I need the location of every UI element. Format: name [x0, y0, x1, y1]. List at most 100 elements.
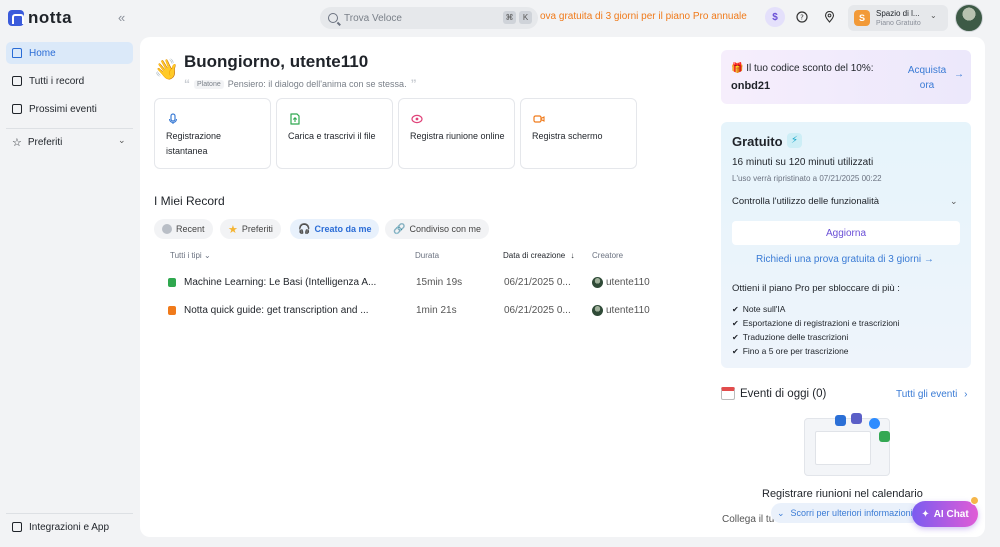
upload-transcribe-card[interactable]: Carica e trascrivi il file: [276, 98, 393, 169]
calendar-integration-illustration: [804, 413, 890, 476]
action-label: Registra riunione online: [410, 131, 505, 141]
workspace-switcher[interactable]: S Spazio di l... Piano Gratuito ⌄: [848, 5, 948, 31]
sidebar-item-favorites[interactable]: ☆ Preferiti ⌄: [6, 131, 133, 153]
user-avatar[interactable]: [955, 4, 983, 32]
notta-logo-icon: [8, 10, 24, 26]
svg-text:?: ?: [800, 14, 804, 22]
record-date: 06/21/2025 0...: [504, 305, 571, 316]
chevron-down-icon: ⌄: [930, 11, 937, 20]
chip-created-by-me[interactable]: 🎧 Creato da me: [290, 219, 380, 239]
workspace-avatar: S: [854, 10, 870, 26]
coupon-code: onbd21: [731, 80, 771, 92]
promo-banner[interactable]: ova gratuita di 3 giorni per il piano Pr…: [540, 11, 747, 22]
plan-usage: 16 minuti su 120 minuti utilizzati: [732, 157, 874, 168]
top-bar: notta « Trova Veloce ⌘ K ova gratuita di…: [0, 0, 1000, 36]
calendar-subtext: Collega il tu: [722, 514, 775, 525]
free-trial-link[interactable]: Richiedi una prova gratuita di 3 giorni …: [756, 254, 934, 265]
sidebar-item-label: Home: [29, 47, 56, 59]
discount-coupon: 🎁 Il tuo codice sconto del 10%: onbd21 A…: [721, 50, 971, 104]
quote-author: Platone: [194, 79, 224, 89]
google-calendar-icon: [879, 431, 890, 442]
chip-label: Preferiti: [241, 224, 273, 234]
upgrade-button[interactable]: Aggiorna: [732, 221, 960, 245]
chevron-down-icon: ⌄: [118, 135, 126, 145]
record-name: Machine Learning: Le Basi (Intelligenza …: [184, 277, 377, 288]
screen-record-icon: [168, 306, 176, 315]
sidebar-item-all-records[interactable]: Tutti i record: [6, 70, 133, 92]
home-icon: [12, 48, 22, 58]
screen-record-icon: [533, 115, 545, 123]
ai-chat-button[interactable]: ✦ AI Chat: [912, 501, 978, 527]
record-date: 06/21/2025 0...: [504, 277, 571, 288]
pro-feature-item: Fino a 5 ore per trascrizione: [732, 346, 849, 356]
open-quote-icon: “: [184, 77, 190, 91]
sidebar-item-home[interactable]: Home: [6, 42, 133, 64]
waving-hand-icon: 👋: [154, 59, 179, 81]
usage-control-toggle[interactable]: Controlla l'utilizzo delle funzionalità: [732, 196, 879, 207]
quote-text: Pensiero: il dialogo dell'anima con se s…: [227, 79, 407, 89]
record-name: Notta quick guide: get transcription and…: [184, 305, 369, 316]
notta-logo[interactable]: notta: [8, 8, 72, 28]
today-events-title: Eventi di oggi (0): [721, 387, 826, 400]
ai-chat-label: AI Chat: [933, 508, 969, 520]
sidebar-divider: [6, 513, 133, 514]
notification-dot: [970, 496, 979, 505]
plan-title: Gratuito: [732, 134, 783, 149]
chip-label: Creato da me: [314, 224, 372, 234]
table-row[interactable]: Machine Learning: Le Basi (Intelligenza …: [164, 273, 664, 293]
location-pin-icon[interactable]: [819, 7, 839, 27]
star-icon: ★: [228, 223, 238, 236]
headphones-icon: 🎧: [298, 223, 311, 235]
sidebar-item-integrations[interactable]: Integrazioni e App: [6, 516, 133, 538]
filter-type-dropdown[interactable]: Tutti i tipi ⌄: [170, 251, 211, 260]
k-key-hint: K: [519, 11, 532, 24]
column-creator: Creatore: [592, 251, 624, 260]
upgrade-coin-icon[interactable]: $: [765, 7, 785, 27]
record-online-meeting-card[interactable]: Registra riunione online: [398, 98, 515, 169]
sidebar-item-label: Tutti i record: [29, 75, 85, 87]
chevron-down-icon[interactable]: ⌄: [950, 196, 958, 207]
arrow-right-icon[interactable]: →: [954, 69, 964, 80]
column-duration: Durata: [415, 251, 440, 260]
action-label: Carica e trascrivi il file: [288, 131, 376, 141]
search-input[interactable]: Trova Veloce ⌘ K: [320, 7, 538, 29]
column-created-label: Data di creazione: [503, 251, 566, 260]
bolt-icon: ⚡: [787, 133, 802, 148]
microphone-icon: [168, 113, 178, 124]
pro-feature-item: Esportazione di registrazioni e trascriz…: [732, 318, 900, 328]
sidebar-item-upcoming-events[interactable]: Prossimi eventi: [6, 98, 133, 120]
scroll-hint-label: Scorri per ulteriori informazioni: [790, 508, 913, 518]
plan-card: Gratuito ⚡ 16 minuti su 120 minuti utili…: [721, 122, 971, 368]
buy-now-link[interactable]: Acquista ora: [907, 63, 947, 93]
scroll-hint-button[interactable]: ⌄ Scorri per ulteriori informazioni: [771, 503, 921, 523]
clock-icon: [162, 224, 172, 234]
record-creator: utente110: [606, 305, 650, 316]
greeting-title: Buongiorno, utente110: [184, 52, 369, 71]
right-panel: 🎁 Il tuo codice sconto del 10%: onbd21 A…: [685, 37, 985, 537]
instant-recording-card[interactable]: Registrazione istantanea: [154, 98, 271, 169]
chip-recent[interactable]: Recent: [154, 219, 213, 239]
chip-favorites[interactable]: ★ Preferiti: [220, 219, 281, 239]
column-created[interactable]: Data di creazione ↓: [503, 251, 575, 260]
chip-shared-with-me[interactable]: 🔗 Condiviso con me: [385, 219, 489, 239]
sidebar: Home Tutti i record Prossimi eventi ☆ Pr…: [0, 36, 140, 547]
main-panel: 👋 Buongiorno, utente110 “ Platone Pensie…: [140, 37, 685, 537]
chevron-right-icon: ›: [964, 389, 968, 400]
pro-benefits-title: Ottieni il piano Pro per sbloccare di pi…: [732, 283, 900, 294]
record-screen-card[interactable]: Registra schermo: [520, 98, 637, 169]
collapse-sidebar-icon[interactable]: «: [118, 10, 125, 25]
workspace-plan: Piano Gratuito: [876, 20, 921, 27]
calendar-heading: Registrare riunioni nel calendario: [762, 488, 923, 500]
plan-reset-note: L'uso verrà ripristinato a 07/21/2025 00…: [732, 174, 882, 183]
calendar-icon: [12, 104, 22, 114]
close-quote-icon: ”: [410, 77, 417, 91]
record-duration: 1min 21s: [416, 305, 457, 316]
table-row[interactable]: Notta quick guide: get transcription and…: [164, 301, 664, 321]
today-events-label: Eventi di oggi (0): [740, 387, 827, 400]
help-icon[interactable]: ?: [792, 7, 812, 27]
upload-file-icon: [290, 113, 300, 125]
action-label: Registrazione istantanea: [166, 131, 222, 156]
gift-icon: 🎁: [731, 63, 744, 74]
outlook-icon: [835, 415, 846, 426]
all-events-link[interactable]: Tutti gli eventi ›: [896, 389, 967, 400]
